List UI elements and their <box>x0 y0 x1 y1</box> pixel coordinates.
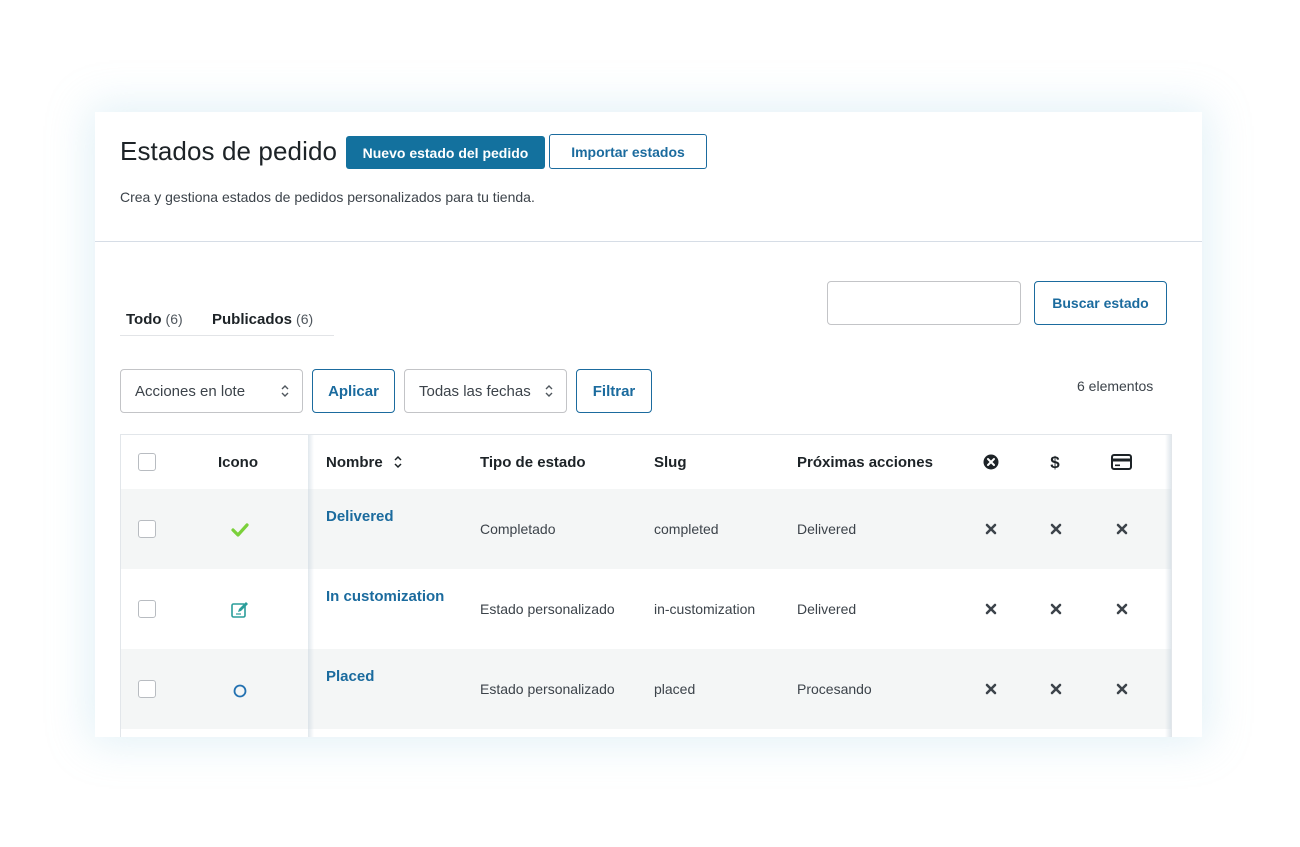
x-icon <box>985 603 997 615</box>
tab-all[interactable]: Todo (6) <box>126 311 183 328</box>
tab-all-label: Todo <box>126 311 162 328</box>
credit-card-icon <box>1111 454 1132 470</box>
filter-button[interactable]: Filtrar <box>576 369 652 413</box>
dates-value: Todas las fechas <box>419 382 531 400</box>
tab-published[interactable]: Publicados (6) <box>212 311 313 328</box>
page-description: Crea y gestiona estados de pedidos perso… <box>120 189 535 205</box>
column-name-label: Nombre <box>326 454 383 471</box>
row-checkbox[interactable] <box>138 600 156 618</box>
page-title: Estados de pedido <box>120 136 338 166</box>
tab-published-label: Publicados <box>212 311 293 328</box>
checkmark-icon <box>231 523 249 537</box>
status-next-action: Delivered <box>797 601 857 617</box>
column-slug: Slug <box>654 454 687 471</box>
x-icon <box>1050 523 1062 535</box>
column-status-type: Tipo de estado <box>480 454 586 471</box>
page-header: Estados de pedido Nuevo estado del pedid… <box>95 112 1202 242</box>
row-checkbox[interactable] <box>138 520 156 538</box>
import-statuses-button[interactable]: Importar estados <box>549 134 707 169</box>
select-chevron-icon <box>281 385 289 397</box>
bulk-actions-select[interactable]: Acciones en lote <box>120 369 303 413</box>
select-all-checkbox[interactable] <box>138 453 156 471</box>
status-slug: in-customization <box>654 601 756 617</box>
x-icon <box>985 683 997 695</box>
edit-icon <box>231 602 248 618</box>
x-icon <box>1050 683 1062 695</box>
status-table: Icono Nombre Tipo de estado Slug Próxima… <box>120 434 1172 737</box>
status-name-link[interactable]: Placed <box>326 668 374 685</box>
tab-published-count: (6) <box>296 311 314 327</box>
status-slug: placed <box>654 681 696 697</box>
table-row: In customization Estado personalizado in… <box>121 569 1171 649</box>
column-icon: Icono <box>218 454 258 471</box>
circle-icon <box>233 684 247 698</box>
x-circle-icon <box>983 454 999 470</box>
sort-icon <box>394 455 402 469</box>
x-icon <box>1050 603 1062 615</box>
dates-select[interactable]: Todas las fechas <box>404 369 567 413</box>
status-name-link[interactable]: In customization <box>326 588 444 605</box>
table-row: Delivered Completado completed Delivered <box>121 489 1171 569</box>
status-slug: completed <box>654 521 719 537</box>
status-next-action: Delivered <box>797 521 857 537</box>
apply-button[interactable]: Aplicar <box>312 369 395 413</box>
status-type: Estado personalizado <box>480 681 615 697</box>
status-filter-tabs: Todo (6) Publicados (6) <box>120 304 334 336</box>
table-row <box>121 729 1171 737</box>
items-count: 6 elementos <box>1077 378 1154 394</box>
search-input[interactable] <box>827 281 1021 325</box>
column-name[interactable]: Nombre <box>326 454 403 471</box>
svg-text:$: $ <box>1050 453 1060 471</box>
order-status-panel: Estados de pedido Nuevo estado del pedid… <box>95 112 1202 737</box>
new-status-button[interactable]: Nuevo estado del pedido <box>346 136 545 169</box>
status-name-link[interactable]: Delivered <box>326 508 394 525</box>
bulk-actions-value: Acciones en lote <box>135 382 246 400</box>
row-checkbox[interactable] <box>138 680 156 698</box>
x-icon <box>985 523 997 535</box>
dollar-icon: $ <box>1050 453 1060 471</box>
x-icon <box>1116 683 1128 695</box>
status-type: Estado personalizado <box>480 601 615 617</box>
table-row: Placed Estado personalizado placed Proce… <box>121 649 1171 729</box>
column-next-actions: Próximas acciones <box>797 454 933 471</box>
status-next-action: Procesando <box>797 681 872 697</box>
x-icon <box>1116 523 1128 535</box>
search-status-button[interactable]: Buscar estado <box>1034 281 1167 325</box>
tab-all-count: (6) <box>165 311 183 327</box>
status-type: Completado <box>480 521 556 537</box>
table-header: Icono Nombre Tipo de estado Slug Próxima… <box>121 435 1171 489</box>
select-chevron-icon <box>545 385 553 397</box>
x-icon <box>1116 603 1128 615</box>
